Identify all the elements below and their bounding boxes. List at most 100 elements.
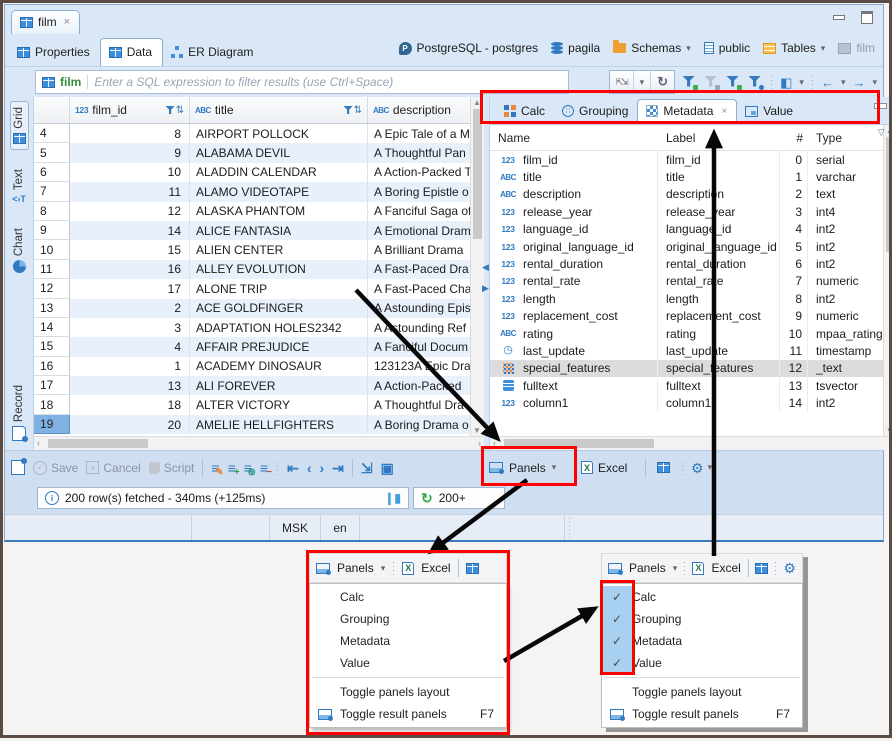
metadata-name[interactable]: 123replacement_cost	[490, 308, 658, 325]
cell-description[interactable]: A Fanciful Saga of	[368, 202, 470, 221]
table-row[interactable]: 1015ALIEN CENTERA Brilliant Drama	[34, 240, 470, 259]
duplicate-row-icon[interactable]: ≡⊕	[244, 461, 252, 475]
row-count-refresh[interactable]: ↻ 200+	[413, 487, 505, 509]
refresh-icon[interactable]: ↻	[651, 71, 674, 93]
first-row-icon[interactable]: ⇤	[287, 461, 299, 475]
metadata-label[interactable]: replacement_cost	[658, 308, 780, 325]
tab-properties[interactable]: Properties	[9, 39, 100, 66]
metadata-label[interactable]: rating	[658, 325, 780, 342]
cell-film-id[interactable]: 20	[70, 415, 190, 434]
cell-title[interactable]: ALI FOREVER	[190, 376, 368, 395]
metadata-column-header-name[interactable]: Name	[490, 131, 658, 145]
cell-title[interactable]: ALIEN CENTER	[190, 240, 368, 259]
chevron-down-icon[interactable]: ▾	[634, 71, 652, 93]
menu-item-toggle-result-panels[interactable]: Toggle result panelsF7	[310, 703, 506, 725]
filter-input[interactable]: film Enter a SQL expression to filter re…	[35, 70, 569, 94]
panel-tab-metadata[interactable]: Metadata×	[637, 99, 737, 124]
table-row[interactable]: 132ACE GOLDFINGERA Astounding Epis	[34, 299, 470, 318]
panels-button[interactable]: Panels ▾	[489, 461, 556, 475]
sort-icon[interactable]: ⇅	[354, 105, 362, 116]
metadata-name[interactable]: special_features	[490, 360, 658, 377]
metadata-type[interactable]: int4	[808, 203, 883, 220]
menu-item-metadata[interactable]: ✓Metadata	[602, 630, 802, 652]
metadata-name[interactable]: ABCdescription	[490, 186, 658, 203]
metadata-ordinal[interactable]: 14	[780, 394, 808, 411]
custom-filter-icon[interactable]	[726, 76, 741, 89]
chevron-down-icon[interactable]: ▾	[799, 77, 804, 88]
cell-title[interactable]: ALASKA PHANTOM	[190, 202, 368, 221]
previous-row-icon[interactable]: ‹	[307, 461, 312, 475]
metadata-row[interactable]: 123rental_durationrental_duration6int2	[490, 255, 883, 272]
chevron-down-icon[interactable]: ▾	[872, 77, 877, 88]
cell-description[interactable]: A Boring Drama o	[368, 415, 470, 434]
table-row[interactable]: 1116ALLEY EVOLUTIONA Fast-Paced Dra	[34, 260, 470, 279]
forward-icon[interactable]: →	[852, 75, 865, 90]
menu-item-toggle-result-panels[interactable]: Toggle result panelsF7	[602, 703, 802, 725]
close-icon[interactable]: ×	[721, 106, 727, 117]
metadata-ordinal[interactable]: 7	[780, 273, 808, 290]
panels-label[interactable]: Panels	[337, 561, 374, 575]
cell-description[interactable]: A Epic Tale of a M	[368, 124, 470, 143]
editor-tab-film[interactable]: film ×	[11, 10, 80, 34]
chevron-down-icon[interactable]: ▾	[821, 43, 826, 54]
metadata-type[interactable]: mpaa_rating	[808, 325, 883, 342]
last-row-icon[interactable]: ⇥	[332, 461, 344, 475]
cell-title[interactable]: AFFAIR PREJUDICE	[190, 337, 368, 356]
scroll-left-icon[interactable]: ‹	[493, 438, 496, 448]
row-number[interactable]: 18	[34, 395, 70, 414]
metadata-ordinal[interactable]: 13	[780, 377, 808, 394]
add-row-icon[interactable]: ≡+	[228, 461, 236, 475]
cancel-button[interactable]: × Cancel	[86, 461, 140, 475]
cell-film-id[interactable]: 14	[70, 221, 190, 240]
metadata-row[interactable]: ABCdescriptiondescription2text	[490, 186, 883, 203]
metadata-name[interactable]: ABCtitle	[490, 168, 658, 185]
metadata-type[interactable]: text	[808, 186, 883, 203]
excel-label[interactable]: Excel	[421, 561, 450, 575]
chevron-down-icon[interactable]: ▾	[841, 77, 846, 88]
row-number[interactable]: 15	[34, 337, 70, 356]
back-icon[interactable]: ←	[821, 75, 834, 90]
presentation-tab-grid[interactable]: Grid	[10, 101, 29, 150]
metadata-column-header-label[interactable]: Label	[658, 131, 780, 145]
metadata-label[interactable]: last_update	[658, 342, 780, 359]
menu-item-toggle-panels-layout[interactable]: Toggle panels layout	[310, 681, 506, 703]
row-number[interactable]: 11	[34, 260, 70, 279]
cell-film-id[interactable]: 12	[70, 202, 190, 221]
execution-time-icon[interactable]: ◧	[780, 76, 792, 89]
menu-item-toggle-panels-layout[interactable]: Toggle panels layout	[602, 681, 802, 703]
scroll-left-icon[interactable]: ‹	[37, 438, 40, 448]
metadata-row[interactable]: special_featuresspecial_features12_text	[490, 360, 883, 377]
gear-icon[interactable]: ⚙	[783, 561, 796, 575]
filter-icon[interactable]	[344, 106, 353, 114]
table-row[interactable]: 1920AMELIE HELLFIGHTERSA Boring Drama o	[34, 415, 470, 434]
cell-description[interactable]: A Astounding Epis	[368, 299, 470, 318]
row-number[interactable]: 6	[34, 163, 70, 182]
table-row[interactable]: 610ALADDIN CALENDARA Action-Packed T	[34, 163, 470, 182]
table-row[interactable]: 59ALABAMA DEVILA Thoughtful Pan	[34, 143, 470, 162]
cell-description[interactable]: A Boring Epistle o	[368, 182, 470, 201]
grid-config-icon[interactable]	[466, 563, 479, 574]
fetch-size-icon[interactable]: ❙▮	[384, 491, 401, 505]
metadata-type[interactable]: int2	[808, 290, 883, 307]
cell-title[interactable]: AIRPORT POLLOCK	[190, 124, 368, 143]
cell-film-id[interactable]: 8	[70, 124, 190, 143]
row-number[interactable]: 19	[34, 415, 70, 434]
table-row[interactable]: 711ALAMO VIDEOTAPEA Boring Epistle o	[34, 182, 470, 201]
cell-title[interactable]: ACE GOLDFINGER	[190, 299, 368, 318]
tab-er-diagram[interactable]: ER Diagram	[163, 39, 263, 66]
metadata-row[interactable]: 123replacement_costreplacement_cost9nume…	[490, 308, 883, 325]
edit-cell-icon[interactable]: ≡✎	[211, 461, 219, 475]
breadcrumb-schemas[interactable]: Schemas▾	[613, 41, 691, 55]
chevron-down-icon[interactable]: ▾	[381, 563, 386, 574]
script-button[interactable]: Script	[149, 461, 195, 475]
row-number[interactable]: 5	[34, 143, 70, 162]
breadcrumb-pagila[interactable]: pagila	[551, 41, 600, 55]
row-number[interactable]: 12	[34, 279, 70, 298]
row-number[interactable]: 7	[34, 182, 70, 201]
cell-title[interactable]: ALTER VICTORY	[190, 395, 368, 414]
metadata-label[interactable]: fulltext	[658, 377, 780, 394]
metadata-label[interactable]: rental_rate	[658, 273, 780, 290]
metadata-name[interactable]: ◷last_update	[490, 342, 658, 359]
metadata-row[interactable]: fulltextfulltext13tsvector	[490, 377, 883, 394]
metadata-ordinal[interactable]: 3	[780, 203, 808, 220]
